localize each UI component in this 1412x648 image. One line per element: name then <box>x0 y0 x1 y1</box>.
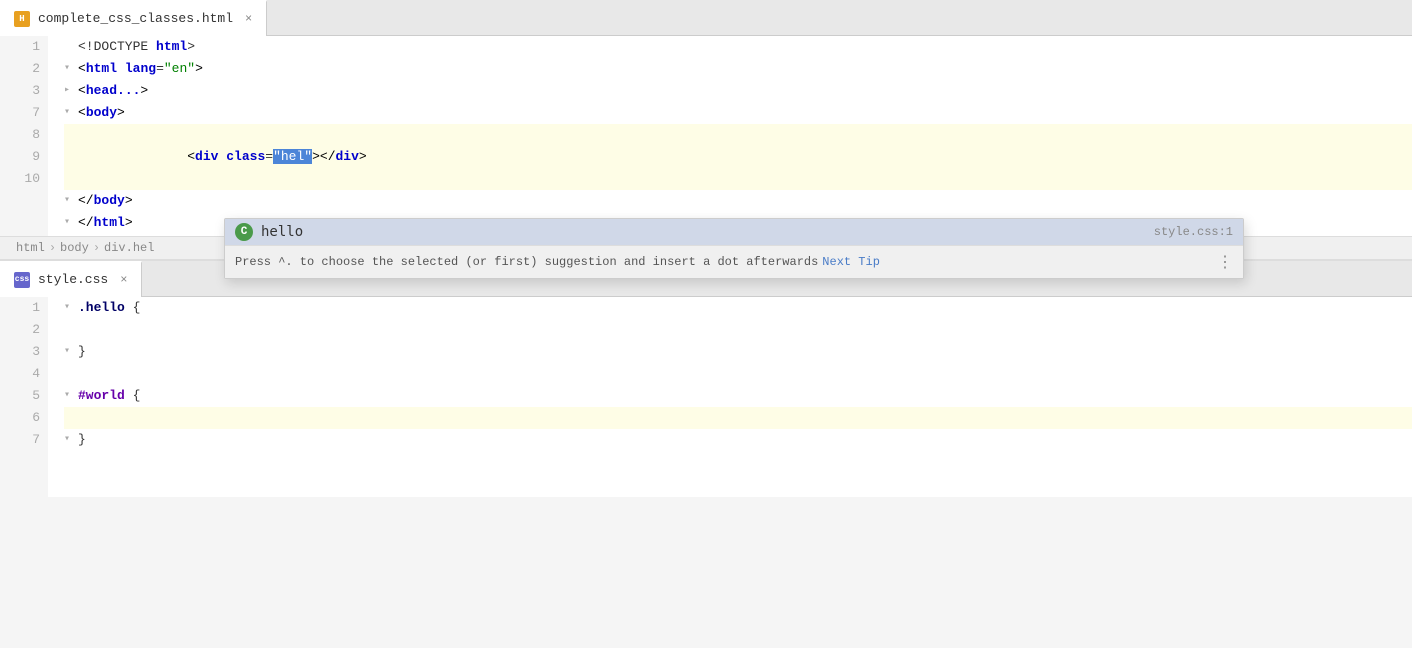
html-close-tag: </html> <box>78 212 133 234</box>
css-fold-6 <box>64 407 78 429</box>
breadcrumb-sep-2: › <box>93 241 100 255</box>
html-tab-close[interactable]: × <box>245 12 252 26</box>
code-line-3: ▸ <head...> <box>64 80 1412 102</box>
html-editor-pane: 1 2 3 7 8 9 10 <!DOCTYPE html> ▾ <html l… <box>0 36 1412 259</box>
fold-icon-3[interactable]: ▸ <box>64 80 78 102</box>
fold-icon-9[interactable]: ▾ <box>64 190 78 212</box>
fold-icon-10[interactable]: ▾ <box>64 212 78 234</box>
breadcrumb-html: html <box>16 241 45 255</box>
css-tab-close[interactable]: × <box>120 273 127 287</box>
css-hello-close: } <box>78 341 86 363</box>
css-fold-5[interactable]: ▾ <box>64 385 78 407</box>
css-fold-1[interactable]: ▾ <box>64 297 78 319</box>
css-line-7: ▾ } <box>64 429 1412 451</box>
css-fold-3[interactable]: ▾ <box>64 341 78 363</box>
more-options-icon[interactable]: ⋮ <box>1217 252 1233 272</box>
css-line-5: ▾ #world { <box>64 385 1412 407</box>
css-line-2 <box>64 319 1412 341</box>
fold-icon-7[interactable]: ▾ <box>64 102 78 124</box>
css-tab-icon: css <box>14 272 30 288</box>
autocomplete-label: hello <box>261 224 1146 240</box>
autocomplete-hint-text: Press ^. to choose the selected (or firs… <box>235 255 818 269</box>
autocomplete-item[interactable]: C hello style.css:1 <box>225 219 1243 245</box>
css-tab[interactable]: css style.css × <box>0 261 142 297</box>
css-fold-7[interactable]: ▾ <box>64 429 78 451</box>
fold-icon-1[interactable] <box>64 36 78 58</box>
html-open-tag: <html lang="en"> <box>78 58 203 80</box>
bottom-section: css style.css × 1 2 3 4 5 6 7 ▾ .hello { <box>0 259 1412 497</box>
div-tag-line: <div class="hel"></div> <box>78 124 367 190</box>
top-tab-bar: H complete_css_classes.html × <box>0 0 1412 36</box>
html-code-content: <!DOCTYPE html> ▾ <html lang="en"> ▸ <he… <box>48 36 1412 236</box>
autocomplete-type-icon: C <box>235 223 253 241</box>
next-tip-button[interactable]: Next Tip <box>822 255 880 269</box>
autocomplete-hint-bar: Press ^. to choose the selected (or firs… <box>225 245 1243 278</box>
autocomplete-source: style.css:1 <box>1154 225 1233 239</box>
css-line-1: ▾ .hello { <box>64 297 1412 319</box>
css-code-area: 1 2 3 4 5 6 7 ▾ .hello { ▾ } <box>0 297 1412 497</box>
html-tab[interactable]: H complete_css_classes.html × <box>0 0 267 36</box>
code-line-9: ▾ </body> <box>64 190 1412 212</box>
code-line-8: <div class="hel"></div> <box>64 124 1412 190</box>
head-tag: <head...> <box>78 80 148 102</box>
css-tab-label: style.css <box>38 272 108 287</box>
html-tab-icon: H <box>14 11 30 27</box>
autocomplete-popup: C hello style.css:1 Press ^. to choose t… <box>224 218 1244 279</box>
css-world-open: #world { <box>78 385 140 407</box>
body-tag: <body> <box>78 102 125 124</box>
css-fold-4 <box>64 363 78 385</box>
doctype-text: <!DOCTYPE html> <box>78 36 195 58</box>
css-line-numbers: 1 2 3 4 5 6 7 <box>0 297 48 497</box>
css-code-content: ▾ .hello { ▾ } ▾ #world { <box>48 297 1412 497</box>
code-line-7: ▾ <body> <box>64 102 1412 124</box>
css-line-4 <box>64 363 1412 385</box>
breadcrumb-body: body <box>60 241 89 255</box>
css-line-6 <box>64 407 1412 429</box>
body-close-tag: </body> <box>78 190 133 212</box>
css-hello-open: .hello { <box>78 297 140 319</box>
css-world-close: } <box>78 429 86 451</box>
code-line-1: <!DOCTYPE html> <box>64 36 1412 58</box>
code-line-2: ▾ <html lang="en"> <box>64 58 1412 80</box>
html-code-area: 1 2 3 7 8 9 10 <!DOCTYPE html> ▾ <html l… <box>0 36 1412 236</box>
html-tab-label: complete_css_classes.html <box>38 11 233 26</box>
breadcrumb-sep-1: › <box>49 241 56 255</box>
css-line-3: ▾ } <box>64 341 1412 363</box>
fold-icon-8 <box>64 146 78 168</box>
fold-icon-2[interactable]: ▾ <box>64 58 78 80</box>
breadcrumb-div: div.hel <box>104 241 154 255</box>
html-line-numbers: 1 2 3 7 8 9 10 <box>0 36 48 236</box>
css-fold-2 <box>64 319 78 341</box>
